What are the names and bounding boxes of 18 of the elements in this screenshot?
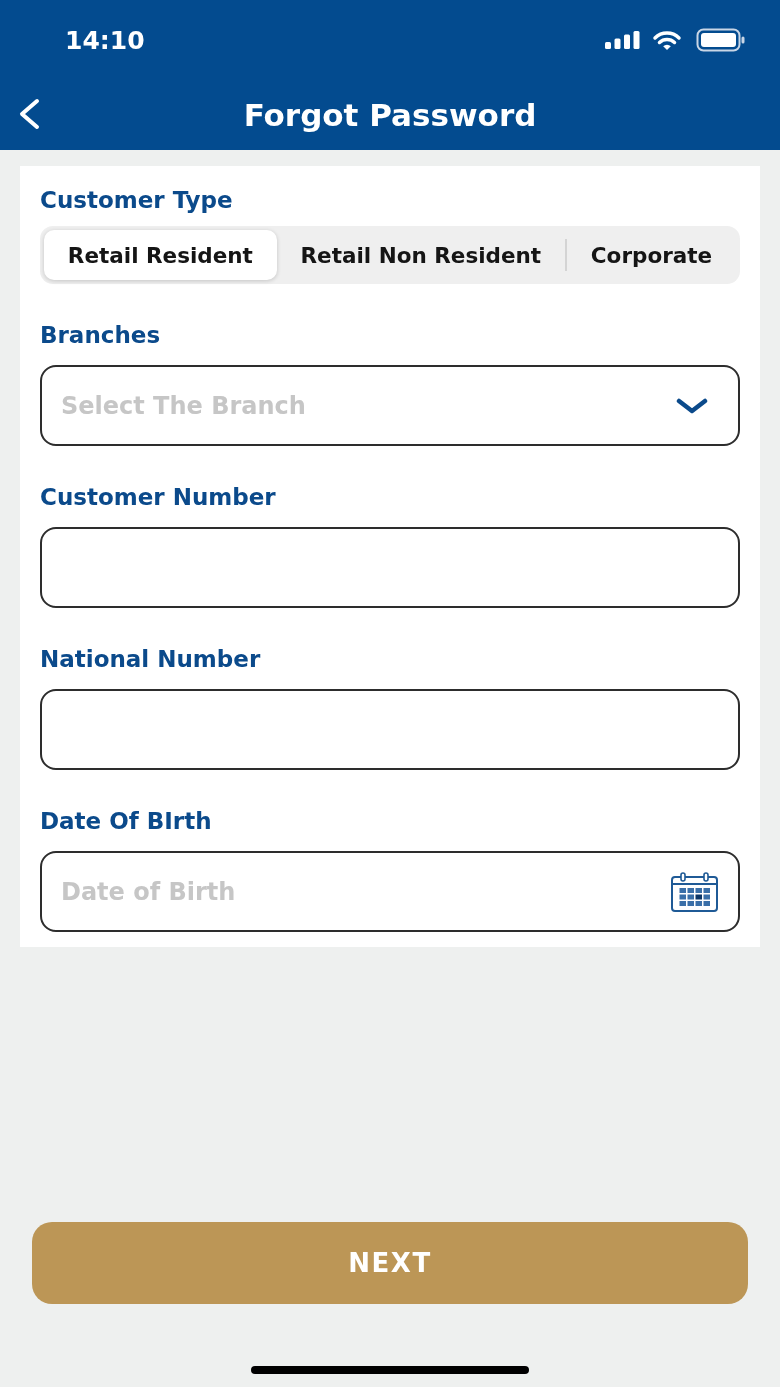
input-field[interactable] (40, 527, 740, 608)
wifi-icon (652, 29, 682, 51)
status-time: 14:10 (65, 25, 145, 55)
field-label: Date Of BIrth (40, 807, 212, 836)
segment-tab[interactable]: Corporate (567, 230, 736, 280)
input-field[interactable] (40, 689, 740, 770)
field-label: Customer Number (40, 483, 276, 512)
calendar-icon (671, 871, 718, 912)
segment-tab[interactable]: Retail Non Resident (276, 230, 565, 280)
field-label: Branches (40, 321, 161, 350)
signal-icon (605, 31, 641, 49)
field-label: Customer Type (40, 186, 233, 215)
segment-tab[interactable]: Retail Resident (44, 230, 277, 280)
field-label: National Number (40, 645, 261, 674)
back-icon[interactable] (18, 98, 40, 130)
battery-icon (696, 28, 746, 52)
chevron-down-icon (676, 397, 708, 414)
screen-title: Forgot Password (243, 97, 537, 133)
